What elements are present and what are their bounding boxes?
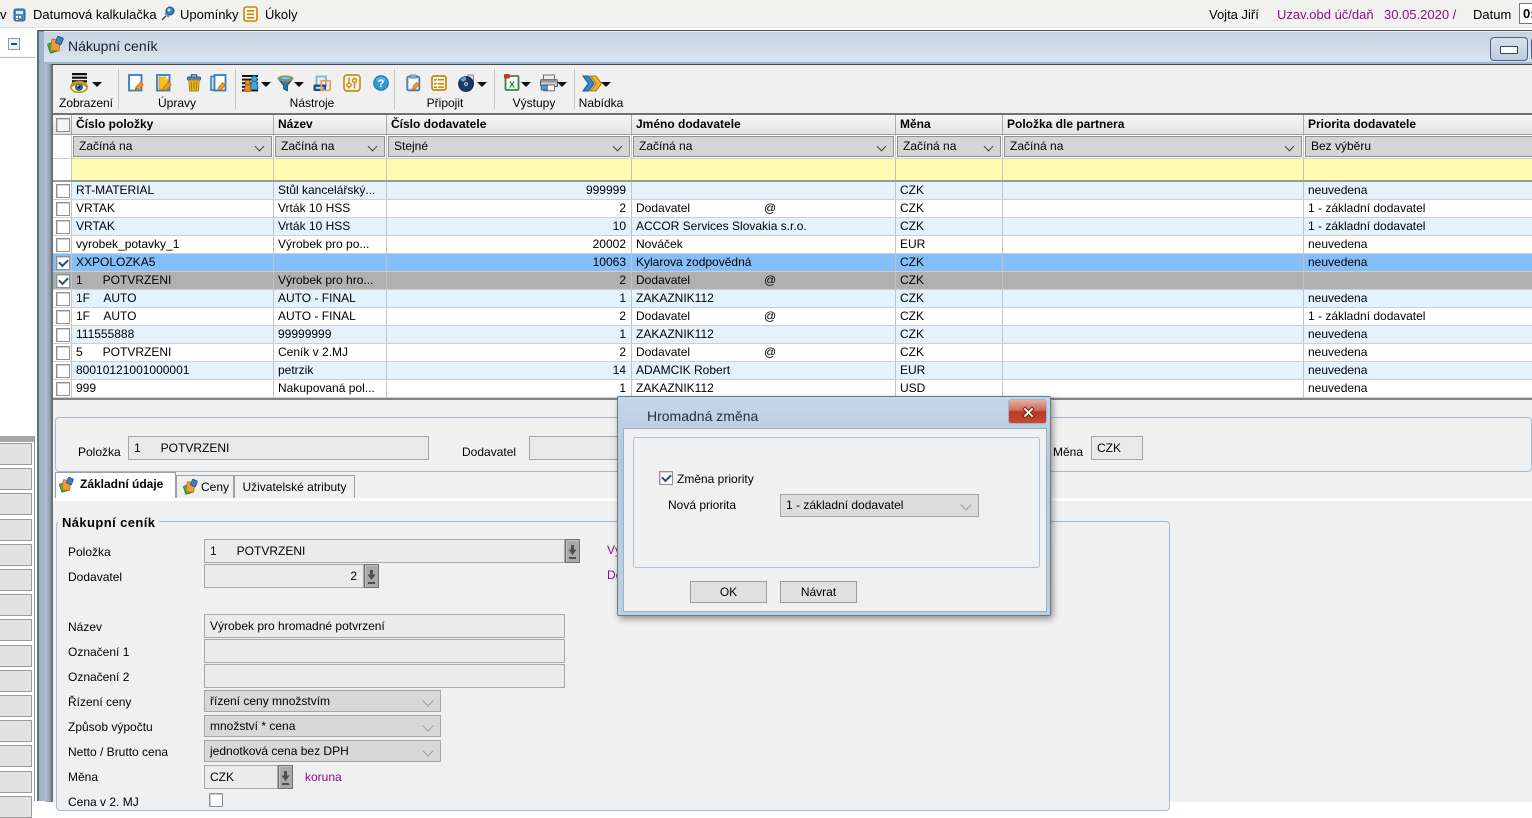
svg-text:x: x [509,79,516,91]
svg-text:?: ? [378,78,385,90]
